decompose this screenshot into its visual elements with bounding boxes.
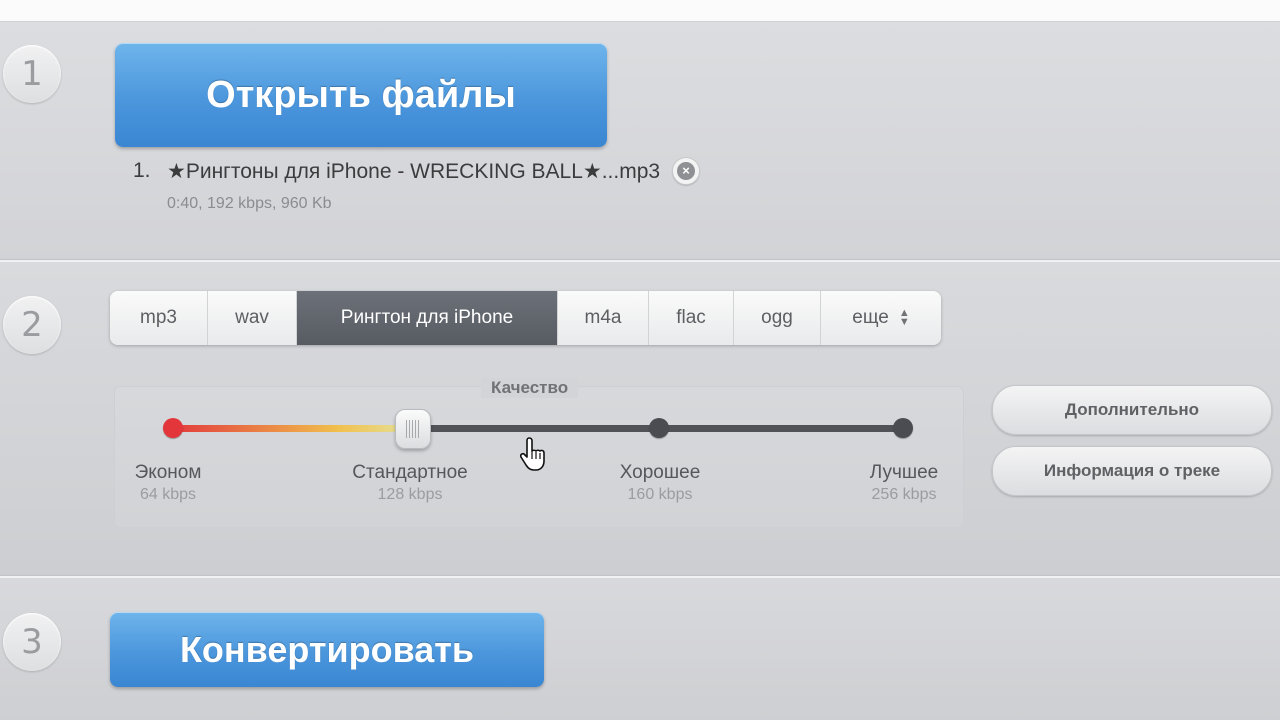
close-icon: × — [677, 162, 696, 180]
convert-button[interactable]: Конвертировать — [110, 612, 544, 687]
grip-icon — [406, 420, 420, 438]
quality-level-name: Хорошее — [619, 462, 701, 483]
quality-level-bitrate: 64 kbps — [139, 486, 197, 503]
format-selector: mp3 wav Рингтон для iPhone m4a flac ogg … — [110, 291, 941, 345]
quality-level-standard[interactable]: Стандартное 128 kbps — [335, 462, 485, 504]
hand-cursor-icon — [520, 437, 545, 471]
slider-stop-good[interactable] — [649, 418, 669, 438]
format-iphone-ringtone[interactable]: Рингтон для iPhone — [297, 291, 558, 345]
file-name: ★Рингтоны для iPhone - WRECKING BALL★...… — [167, 159, 661, 183]
quality-slider-track[interactable] — [172, 425, 904, 432]
file-meta: 0:40, 192 kbps, 960 Kb — [167, 195, 332, 212]
top-bar — [0, 0, 1280, 22]
step-3-number: 3 — [3, 613, 61, 671]
track-info-button[interactable]: Информация о треке — [992, 446, 1272, 496]
file-list-item: 1. ★Рингтоны для iPhone - WRECKING BALL★… — [133, 157, 701, 185]
slider-stop-economy[interactable] — [163, 418, 183, 438]
format-m4a[interactable]: m4a — [558, 291, 649, 345]
format-wav[interactable]: wav — [208, 291, 297, 345]
format-flac[interactable]: flac — [649, 291, 734, 345]
remove-file-button[interactable]: × — [672, 157, 701, 185]
quality-level-best[interactable]: Лучшее 256 kbps — [856, 462, 952, 504]
quality-level-name: Стандартное — [352, 462, 468, 483]
slider-stop-best[interactable] — [893, 418, 913, 438]
quality-level-bitrate: 128 kbps — [377, 486, 443, 503]
quality-level-name: Эконом — [134, 462, 202, 483]
quality-slider-handle[interactable] — [395, 409, 431, 449]
quality-level-bitrate: 256 kbps — [871, 486, 937, 503]
quality-level-economy[interactable]: Эконом 64 kbps — [118, 462, 218, 504]
format-more-label: еще — [852, 307, 889, 328]
file-index: 1. — [133, 159, 151, 182]
open-files-button[interactable]: Открыть файлы — [115, 43, 607, 147]
advanced-button[interactable]: Дополнительно — [992, 385, 1272, 435]
quality-level-bitrate: 160 kbps — [627, 486, 693, 503]
quality-title: Качество — [481, 378, 579, 398]
quality-slider-fill — [172, 425, 410, 432]
format-more-dropdown[interactable]: еще ▲ ▼ — [821, 291, 941, 345]
format-mp3[interactable]: mp3 — [110, 291, 208, 345]
quality-level-good[interactable]: Хорошее 160 kbps — [600, 462, 720, 504]
quality-level-name: Лучшее — [869, 462, 939, 483]
up-down-arrows-icon: ▲ ▼ — [898, 307, 910, 328]
step-1-number: 1 — [3, 45, 61, 103]
step-2-number: 2 — [3, 296, 61, 354]
format-ogg[interactable]: ogg — [734, 291, 821, 345]
